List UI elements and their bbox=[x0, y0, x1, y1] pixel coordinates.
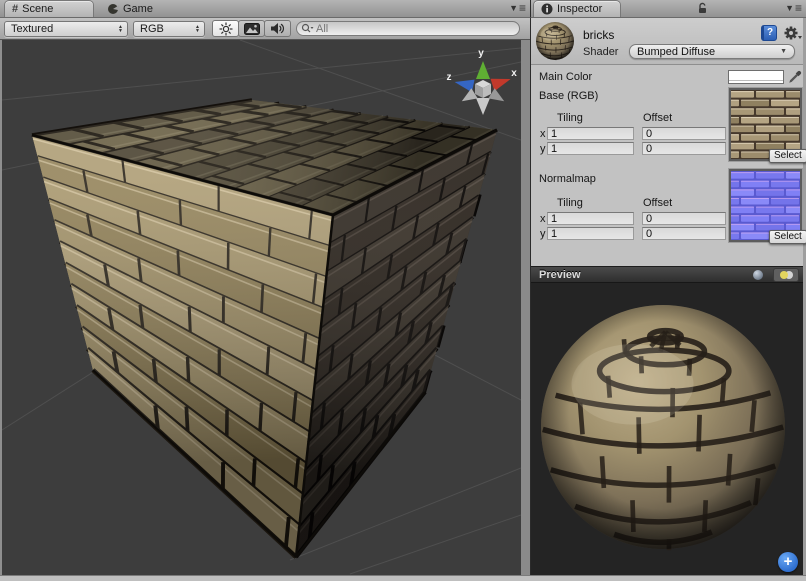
material-context-menu-button[interactable] bbox=[783, 25, 803, 41]
base-offset-y-field[interactable] bbox=[642, 142, 726, 155]
add-button[interactable]: + bbox=[778, 552, 798, 572]
offset-label: Offset bbox=[643, 197, 672, 209]
preview-mesh-button[interactable] bbox=[745, 268, 771, 282]
normalmap-select-button[interactable]: Select bbox=[769, 230, 806, 244]
main-color-swatch[interactable] bbox=[728, 70, 784, 84]
preview-sphere-canvas bbox=[531, 283, 803, 575]
base-select-button[interactable]: Select bbox=[769, 149, 806, 163]
material-name: bricks bbox=[583, 28, 614, 42]
scene-search-input[interactable] bbox=[316, 23, 513, 35]
material-header: bricks Shader Bumped Diffuse ▼ ? bbox=[531, 18, 803, 65]
main-color-label: Main Color bbox=[539, 71, 592, 83]
preview-lighting-button[interactable] bbox=[773, 268, 799, 282]
preview-title: Preview bbox=[539, 269, 581, 281]
normalmap-offset-y-field[interactable] bbox=[642, 227, 726, 240]
updown-arrows-icon: ▲▼ bbox=[118, 25, 123, 33]
scene-tabbar: # Scene Game ▼≡ bbox=[0, 0, 530, 18]
info-icon bbox=[541, 3, 553, 15]
preview-header: Preview bbox=[531, 266, 803, 283]
tab-game[interactable]: Game bbox=[100, 0, 163, 17]
scene-grid-icon: # bbox=[12, 4, 18, 15]
scene-3d-canvas: y x z bbox=[2, 40, 521, 575]
menu-bars-icon: ≡ bbox=[795, 4, 801, 13]
game-icon bbox=[107, 3, 119, 15]
y-row-label: y bbox=[540, 143, 546, 155]
scene-orientation-gizmo: y x z bbox=[447, 48, 518, 115]
eyedropper-icon[interactable] bbox=[787, 69, 803, 85]
help-icon[interactable]: ? bbox=[761, 25, 777, 41]
x-row-label: x bbox=[540, 213, 546, 225]
alpha-bar bbox=[729, 80, 783, 83]
unity-editor-window: # Scene Game ▼≡ Textured ▲▼ RGB ▲▼ bbox=[0, 0, 806, 581]
tiling-label: Tiling bbox=[557, 112, 583, 124]
sphere-icon bbox=[753, 270, 763, 280]
scene-effects-toggle[interactable] bbox=[238, 20, 265, 37]
audio-speaker-icon bbox=[270, 22, 285, 35]
draw-mode-value: Textured bbox=[11, 23, 53, 35]
base-offset-x-field[interactable] bbox=[642, 127, 726, 140]
y-row-label: y bbox=[540, 228, 546, 240]
sun-icon bbox=[219, 22, 233, 36]
x-row-label: x bbox=[540, 128, 546, 140]
status-bar bbox=[0, 575, 806, 581]
normalmap-tiling-y-field[interactable] bbox=[547, 227, 634, 240]
scene-viewport[interactable]: y x z bbox=[0, 40, 530, 575]
dropdown-arrow-icon: ▼ bbox=[785, 4, 794, 13]
base-section-label: Base (RGB) bbox=[539, 90, 598, 102]
preview-viewport[interactable]: + bbox=[531, 283, 803, 575]
offset-label: Offset bbox=[643, 112, 672, 124]
scene-panel-menu-button[interactable]: ▼≡ bbox=[509, 4, 530, 13]
shader-dropdown[interactable]: Bumped Diffuse ▼ bbox=[629, 44, 795, 59]
menu-bars-icon: ≡ bbox=[519, 4, 525, 13]
normalmap-section-label: Normalmap bbox=[539, 173, 596, 185]
dropdown-arrow-icon: ▼ bbox=[780, 48, 787, 55]
scene-toolbar: Textured ▲▼ RGB ▲▼ bbox=[0, 18, 530, 40]
base-tiling-y-field[interactable] bbox=[547, 142, 634, 155]
updown-arrows-icon: ▲▼ bbox=[195, 25, 200, 33]
inspector-lock-button[interactable] bbox=[697, 2, 709, 14]
svg-text:z: z bbox=[447, 72, 452, 83]
svg-text:x: x bbox=[511, 68, 517, 79]
tab-game-label: Game bbox=[123, 3, 153, 15]
tab-inspector-label: Inspector bbox=[557, 3, 602, 15]
material-preview-thumbnail[interactable] bbox=[535, 21, 575, 61]
inspector-tabbar: Inspector ▼≡ bbox=[530, 0, 806, 18]
lock-open-icon bbox=[697, 2, 709, 14]
normalmap-offset-x-field[interactable] bbox=[642, 212, 726, 225]
draw-mode-dropdown[interactable]: Textured ▲▼ bbox=[4, 21, 128, 37]
scene-lighting-toggle[interactable] bbox=[212, 20, 239, 37]
search-icon bbox=[301, 23, 314, 34]
tiling-label: Tiling bbox=[557, 197, 583, 209]
tab-scene[interactable]: # Scene bbox=[4, 0, 94, 17]
shader-value: Bumped Diffuse bbox=[637, 46, 715, 58]
light-on-icon bbox=[780, 271, 788, 279]
dropdown-arrow-icon: ▼ bbox=[509, 4, 518, 13]
svg-text:y: y bbox=[478, 48, 484, 59]
base-tiling-x-field[interactable] bbox=[547, 127, 634, 140]
scene-search-field[interactable] bbox=[296, 21, 520, 36]
render-mode-dropdown[interactable]: RGB ▲▼ bbox=[133, 21, 205, 37]
scene-audio-toggle[interactable] bbox=[264, 20, 291, 37]
shader-label: Shader bbox=[583, 46, 618, 58]
tab-scene-label: Scene bbox=[22, 3, 53, 15]
image-icon bbox=[244, 23, 260, 35]
normalmap-tiling-x-field[interactable] bbox=[547, 212, 634, 225]
gear-icon bbox=[783, 25, 803, 41]
tab-inspector[interactable]: Inspector bbox=[533, 0, 621, 17]
render-mode-value: RGB bbox=[140, 23, 164, 35]
inspector-panel: bricks Shader Bumped Diffuse ▼ ? bbox=[530, 18, 806, 575]
inspector-panel-menu-button[interactable]: ▼≡ bbox=[785, 4, 806, 13]
